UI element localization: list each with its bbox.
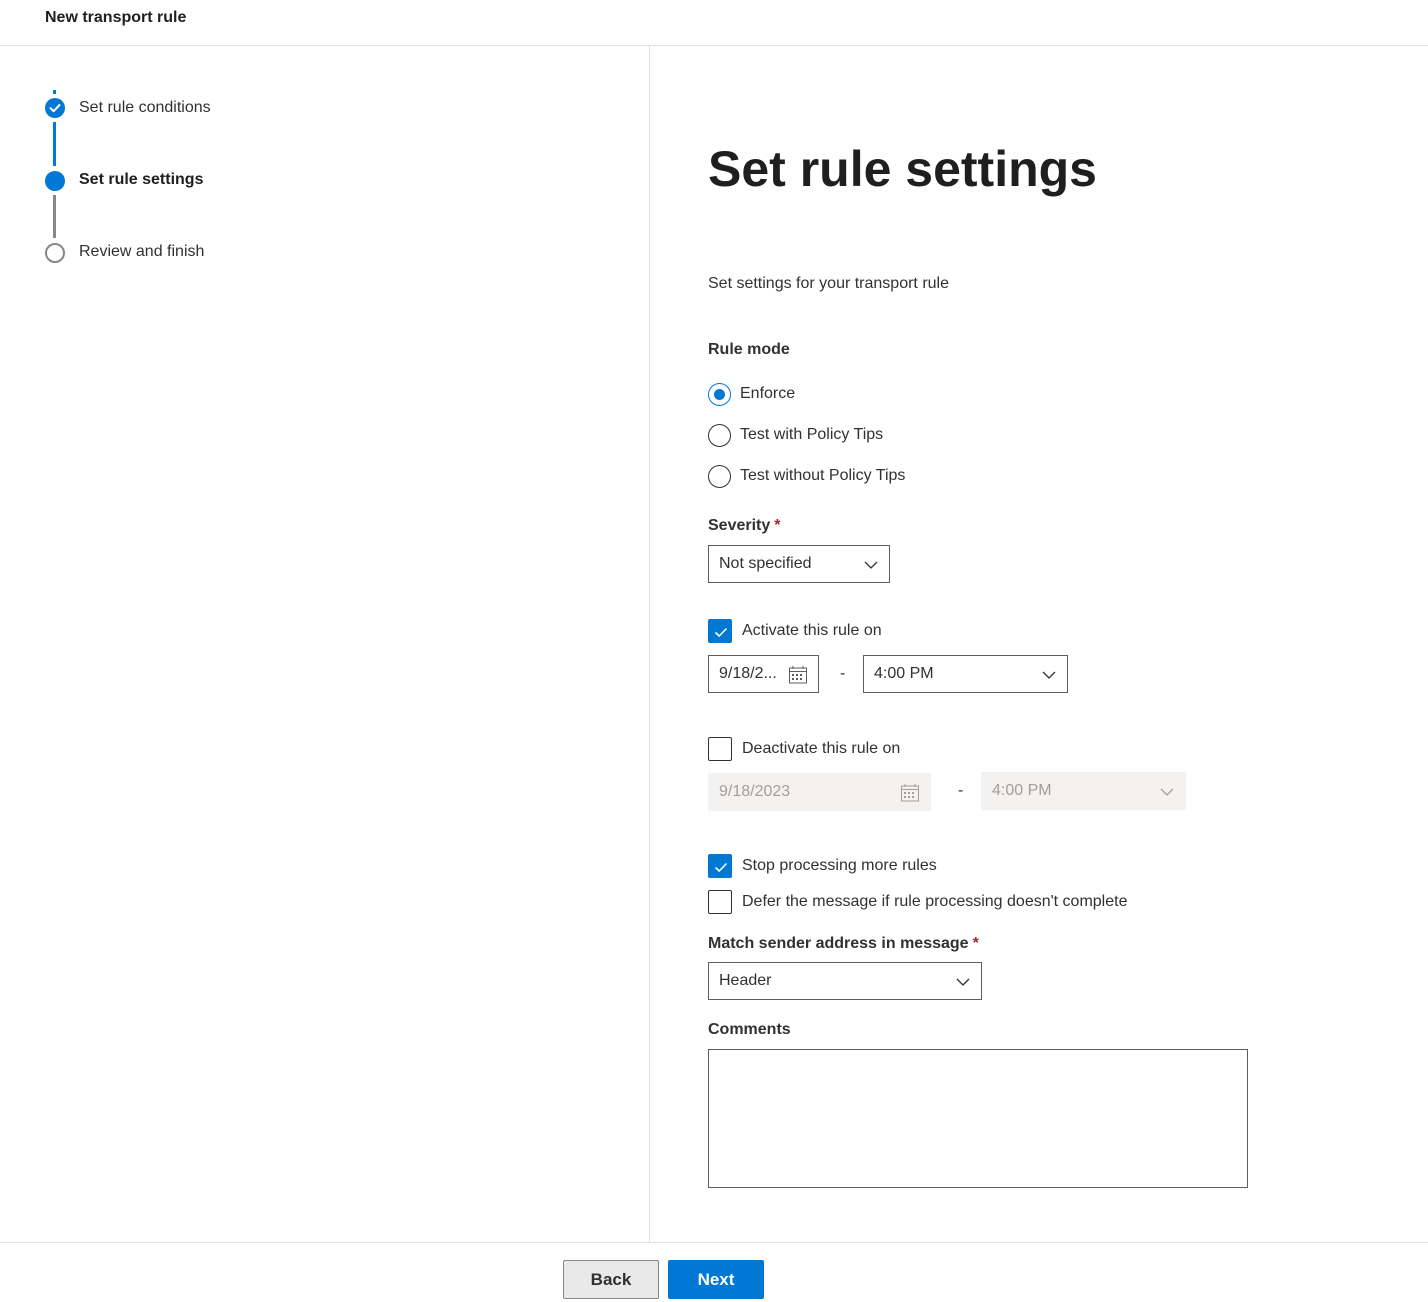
panel-header: New transport rule: [0, 0, 1428, 46]
radio-test-with-policy-tips-label: Test with Policy Tips: [740, 426, 884, 443]
page-subtitle: Set settings for your transport rule: [708, 275, 949, 292]
back-button[interactable]: Back: [563, 1260, 659, 1299]
chevron-down-icon: [864, 561, 878, 569]
rule-mode-label: Rule mode: [708, 341, 790, 358]
next-button[interactable]: Next: [668, 1260, 764, 1299]
chevron-down-icon: [1042, 671, 1056, 679]
step-current-dot-icon: [45, 171, 65, 191]
radio-test-without-policy-tips-label: Test without Policy Tips: [740, 467, 906, 484]
step-set-rule-settings[interactable]: Set rule settings: [79, 171, 203, 189]
checkmark-icon: [714, 627, 728, 638]
radio-button-selected[interactable]: [708, 382, 731, 406]
comments-label: Comments: [708, 1021, 791, 1038]
match-sender-dropdown[interactable]: Header: [708, 962, 982, 1000]
stop-processing-checkbox[interactable]: [708, 854, 732, 878]
severity-dropdown[interactable]: Not specified: [708, 545, 890, 583]
required-marker: *: [972, 935, 979, 952]
deactivate-time-value: 4:00 PM: [992, 782, 1052, 799]
match-sender-value: Header: [719, 972, 772, 989]
deactivate-date-value: 9/18/2023: [719, 783, 791, 800]
activate-time-value: 4:00 PM: [874, 665, 934, 682]
deactivate-date-picker: 9/18/2023: [708, 773, 931, 811]
severity-label-text: Severity: [708, 517, 771, 534]
defer-message-checkbox-row[interactable]: Defer the message if rule processing doe…: [708, 890, 1127, 914]
stop-processing-checkbox-row[interactable]: Stop processing more rules: [708, 854, 937, 878]
wizard-steps-pane: [0, 46, 650, 1242]
activate-rule-checkbox-row[interactable]: Activate this rule on: [708, 619, 882, 643]
severity-label: Severity *: [708, 517, 781, 535]
radio-button[interactable]: [708, 423, 731, 447]
radio-button[interactable]: [708, 464, 731, 488]
activate-date-value: 9/18/2...: [719, 665, 777, 682]
severity-value: Not specified: [719, 555, 812, 572]
radio-enforce-label: Enforce: [740, 385, 796, 402]
step-completed-check-icon: [45, 98, 65, 118]
step-connector-top: [53, 90, 56, 94]
page-title: Set rule settings: [708, 141, 1097, 197]
chevron-down-icon: [1160, 788, 1174, 796]
defer-message-checkbox[interactable]: [708, 890, 732, 914]
radio-enforce[interactable]: Enforce: [708, 382, 795, 406]
step-set-rule-conditions[interactable]: Set rule conditions: [79, 99, 211, 117]
deactivate-rule-checkbox-row[interactable]: Deactivate this rule on: [708, 737, 900, 761]
stop-processing-label: Stop processing more rules: [742, 857, 937, 874]
deactivate-time-dropdown: 4:00 PM: [981, 772, 1186, 810]
activate-date-picker[interactable]: 9/18/2...: [708, 655, 819, 693]
step-pending-circle-icon: [45, 243, 65, 263]
step-review-and-finish[interactable]: Review and finish: [79, 243, 204, 261]
activate-rule-checkbox[interactable]: [708, 619, 732, 643]
activate-time-dropdown[interactable]: 4:00 PM: [863, 655, 1068, 693]
comments-textarea[interactable]: [708, 1049, 1248, 1188]
required-marker: *: [774, 517, 781, 534]
step-connector-2: [53, 195, 56, 238]
match-sender-label-text: Match sender address in message: [708, 935, 969, 952]
activate-rule-label: Activate this rule on: [742, 622, 882, 639]
radio-test-without-policy-tips[interactable]: Test without Policy Tips: [708, 464, 905, 488]
date-time-separator: -: [840, 665, 846, 682]
defer-message-label: Defer the message if rule processing doe…: [742, 893, 1128, 910]
step-connector-1: [53, 122, 56, 166]
panel-title: New transport rule: [45, 9, 187, 26]
checkmark-icon: [714, 862, 728, 873]
deactivate-rule-checkbox[interactable]: [708, 737, 732, 761]
match-sender-label: Match sender address in message *: [708, 935, 979, 953]
calendar-icon: [901, 784, 919, 802]
date-time-separator: -: [958, 782, 964, 799]
deactivate-rule-label: Deactivate this rule on: [742, 740, 901, 757]
radio-test-with-policy-tips[interactable]: Test with Policy Tips: [708, 423, 883, 447]
calendar-icon[interactable]: [788, 665, 808, 685]
chevron-down-icon: [956, 978, 970, 986]
